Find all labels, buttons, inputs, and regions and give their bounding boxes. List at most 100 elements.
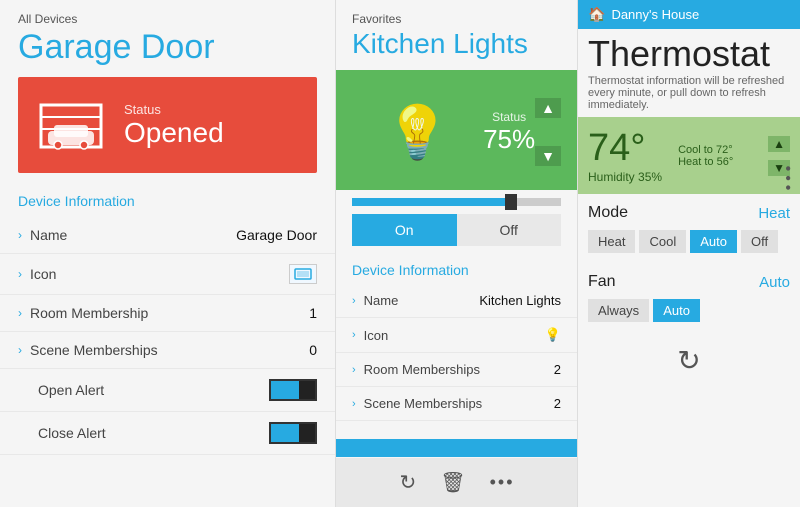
- mid-info-row-room[interactable]: › Room Memberships 2: [336, 353, 577, 387]
- status-value: Opened: [124, 117, 224, 149]
- info-row-icon[interactable]: › Icon: [0, 254, 335, 295]
- bottom-actions: ↻ 🗑 •••: [336, 458, 577, 507]
- close-alert-label: Close Alert: [18, 425, 269, 441]
- right-bottom-action: ↻: [578, 330, 800, 391]
- info-row-room[interactable]: › Room Membership 1: [0, 295, 335, 332]
- row-label-name: Name: [30, 227, 236, 243]
- left-panel: All Devices Garage Door Status Opened De…: [0, 0, 335, 507]
- mid-row-value-name: Kitchen Lights: [479, 293, 561, 308]
- status-label: Status: [124, 102, 224, 117]
- mid-info-row-scene[interactable]: › Scene Memberships 2: [336, 387, 577, 421]
- temp-up-arrow[interactable]: ▲: [768, 136, 790, 152]
- fan-btn-auto[interactable]: Auto: [653, 299, 700, 322]
- brightness-slider-area: [336, 190, 577, 214]
- mode-value: Heat: [758, 205, 790, 222]
- mode-btn-auto[interactable]: Auto: [690, 230, 737, 253]
- brightness-down-arrow[interactable]: ▼: [535, 146, 561, 166]
- temperature-display: 74°: [588, 127, 662, 170]
- cool-to-value: 72°: [716, 144, 733, 156]
- mode-buttons: Heat Cool Auto Off: [588, 230, 790, 253]
- right-device-title: Thermostat: [578, 29, 800, 75]
- heat-to-row: Heat to 56°: [678, 156, 733, 168]
- refresh-icon[interactable]: ↻: [399, 470, 416, 495]
- blue-bar: [336, 439, 577, 457]
- breadcrumb-left: All Devices: [0, 0, 335, 26]
- device-info-title: Device Information: [0, 189, 335, 217]
- mid-device-title: Kitchen Lights: [336, 26, 577, 70]
- lightbulb-icon: 💡: [385, 102, 450, 163]
- fan-value: Auto: [759, 274, 790, 291]
- thermostat-card: 74° Humidity 35% Cool to 72° Heat to 56°…: [578, 117, 800, 194]
- light-status-box: Status 75%: [483, 110, 535, 155]
- off-button[interactable]: Off: [457, 214, 562, 246]
- mid-row-label-scene: Scene Memberships: [364, 396, 554, 411]
- light-icon-area: 💡: [352, 102, 483, 163]
- close-alert-toggle[interactable]: [269, 422, 317, 444]
- mode-label: Mode: [588, 204, 758, 222]
- mid-row-label-room: Room Memberships: [364, 362, 554, 377]
- on-button[interactable]: On: [352, 214, 457, 246]
- mid-panel: Favorites Kitchen Lights 💡 Status 75% ▲ …: [335, 0, 577, 507]
- chevron-icon: ›: [352, 398, 356, 410]
- brightness-up-arrow[interactable]: ▲: [535, 98, 561, 118]
- light-status-card: 💡 Status 75% ▲ ▼: [336, 70, 577, 190]
- chevron-icon: ›: [18, 228, 22, 242]
- heat-to-value: 56°: [717, 156, 734, 168]
- mid-info-row-name[interactable]: › Name Kitchen Lights: [336, 284, 577, 318]
- fan-label-row: Fan Auto: [588, 273, 790, 291]
- right-more-dots-icon[interactable]: •••: [778, 166, 796, 195]
- mid-row-value-room: 2: [554, 362, 561, 377]
- card-arrows: ▲ ▼: [535, 98, 561, 166]
- close-alert-row: Close Alert: [0, 412, 335, 455]
- home-icon: 🏠: [588, 6, 605, 23]
- row-value-scene: 0: [309, 342, 317, 358]
- mid-row-value-scene: 2: [554, 396, 561, 411]
- humidity-row: Humidity 35%: [588, 170, 662, 184]
- mode-label-row: Mode Heat: [588, 204, 790, 222]
- info-row-name[interactable]: › Name Garage Door: [0, 217, 335, 254]
- humidity-value: 35%: [638, 170, 662, 184]
- mid-info-row-icon[interactable]: › Icon 💡: [336, 318, 577, 353]
- row-label-icon: Icon: [30, 266, 289, 282]
- mode-section: Mode Heat Heat Cool Auto Off: [578, 194, 800, 265]
- row-value-icon: [289, 264, 317, 284]
- cool-heat-info: Cool to 72° Heat to 56°: [678, 144, 733, 168]
- fan-buttons: Always Auto: [588, 299, 790, 322]
- mode-btn-heat[interactable]: Heat: [588, 230, 635, 253]
- slider-thumb[interactable]: [505, 194, 517, 210]
- cool-to-row: Cool to 72°: [678, 144, 733, 156]
- chevron-icon: ›: [352, 329, 356, 341]
- right-header: 🏠 Danny's House: [578, 0, 800, 29]
- garage-status-card: Status Opened: [18, 77, 317, 173]
- light-status-pct: 75%: [483, 124, 535, 155]
- chevron-icon: ›: [352, 364, 356, 376]
- chevron-icon: ›: [18, 306, 22, 320]
- open-alert-label: Open Alert: [18, 382, 269, 398]
- row-value-room: 1: [309, 305, 317, 321]
- status-info: Status Opened: [124, 102, 224, 149]
- slider-fill: [352, 198, 509, 206]
- right-subtitle: Thermostat information will be refreshed…: [578, 75, 800, 117]
- info-row-scene[interactable]: › Scene Memberships 0: [0, 332, 335, 369]
- chevron-icon: ›: [18, 267, 22, 281]
- garage-icon: [36, 95, 106, 155]
- mid-row-value-icon: 💡: [545, 327, 561, 343]
- thermo-details: Humidity 35%: [588, 170, 662, 184]
- right-panel: 🏠 Danny's House Thermostat Thermostat in…: [577, 0, 800, 507]
- delete-icon[interactable]: 🗑: [440, 470, 465, 495]
- mode-btn-off[interactable]: Off: [741, 230, 778, 253]
- brightness-slider-track[interactable]: [352, 198, 561, 206]
- more-options-icon[interactable]: •••: [490, 472, 515, 493]
- fan-btn-always[interactable]: Always: [588, 299, 649, 322]
- row-label-scene: Scene Memberships: [30, 342, 309, 358]
- open-alert-toggle[interactable]: [269, 379, 317, 401]
- light-status-label: Status: [483, 110, 535, 124]
- mid-row-label-icon: Icon: [364, 328, 545, 343]
- breadcrumb-mid: Favorites: [336, 0, 577, 26]
- humidity-label: Humidity: [588, 170, 635, 184]
- mode-btn-cool[interactable]: Cool: [639, 230, 686, 253]
- chevron-icon: ›: [18, 343, 22, 357]
- right-refresh-icon[interactable]: ↻: [677, 344, 700, 377]
- fan-section: Fan Auto Always Auto: [578, 265, 800, 330]
- on-off-buttons: On Off: [352, 214, 561, 246]
